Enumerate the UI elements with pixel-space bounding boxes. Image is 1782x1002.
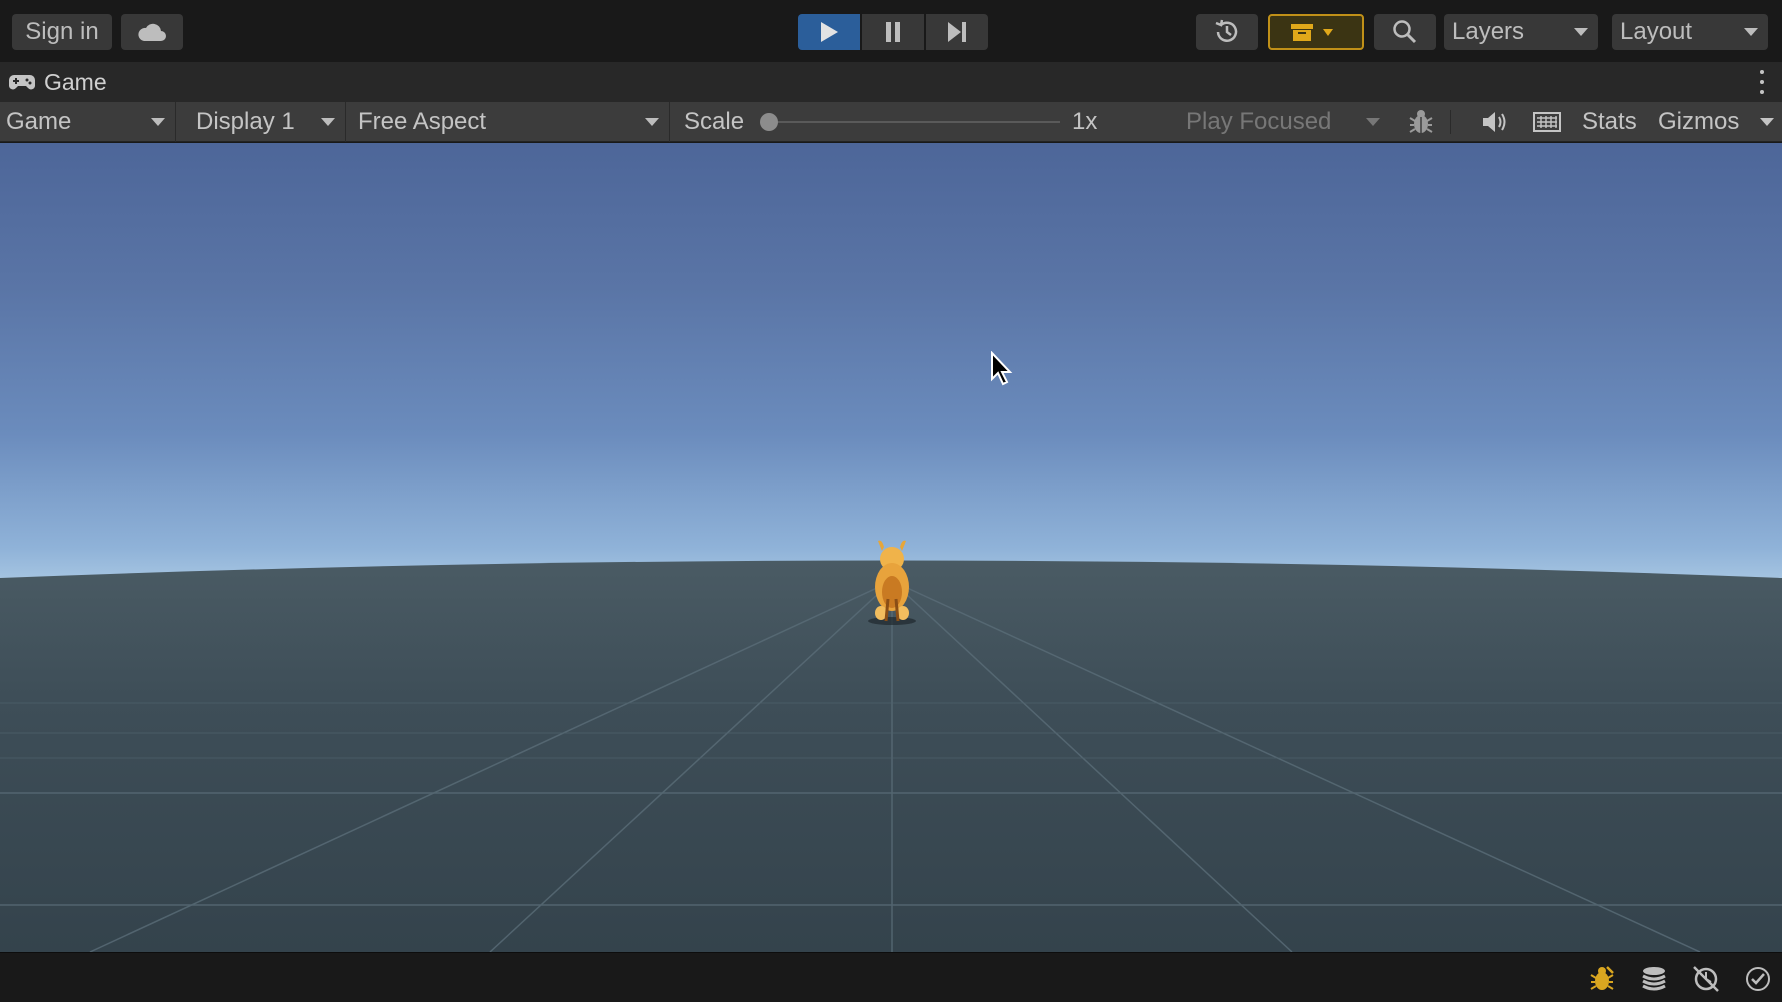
history-button[interactable] — [1196, 14, 1258, 50]
view-type-label: Game — [6, 108, 72, 135]
shortcuts-toggle[interactable] — [1526, 102, 1568, 142]
layers-dropdown[interactable]: Layers — [1444, 14, 1598, 50]
toolbar-separator — [1450, 110, 1451, 134]
mute-audio-toggle[interactable] — [1474, 102, 1516, 142]
chevron-down-icon — [1574, 28, 1588, 36]
keyboard-icon — [1533, 112, 1561, 132]
scale-label: Scale — [684, 108, 745, 135]
view-type-dropdown[interactable]: Game — [0, 102, 176, 142]
bug-icon — [1409, 110, 1433, 133]
aspect-label: Free Aspect — [358, 108, 487, 135]
pause-icon — [886, 22, 900, 42]
check-circle-icon[interactable] — [1742, 963, 1774, 995]
scale-value: 1x — [1072, 108, 1098, 135]
stats-toggle[interactable]: Stats — [1582, 102, 1637, 142]
debug-toggle[interactable] — [1400, 102, 1442, 142]
chevron-down-icon[interactable] — [1760, 118, 1774, 126]
history-icon — [1215, 19, 1238, 42]
package-icon — [1291, 24, 1333, 41]
chevron-down-icon — [1744, 28, 1758, 36]
aspect-dropdown[interactable]: Free Aspect — [352, 102, 670, 142]
layers-label: Layers — [1452, 18, 1525, 45]
step-button[interactable] — [926, 14, 988, 50]
tab-game[interactable]: Game — [8, 62, 107, 102]
layout-dropdown[interactable]: Layout — [1612, 14, 1768, 50]
layout-label: Layout — [1620, 18, 1693, 45]
play-mode-dropdown[interactable]: Play Focused — [1180, 102, 1390, 142]
play-mode-label: Play Focused — [1186, 108, 1332, 135]
chevron-down-icon — [151, 118, 165, 126]
search-button[interactable] — [1374, 14, 1436, 50]
stack-icon[interactable] — [1638, 963, 1670, 995]
no-sync-icon[interactable] — [1690, 963, 1722, 995]
tab-bar: Game — [0, 62, 1782, 102]
chevron-down-icon — [321, 118, 335, 126]
status-bar — [0, 952, 1782, 1002]
scale-slider-track[interactable] — [768, 121, 1060, 123]
cloud-icon — [138, 23, 166, 41]
play-icon — [821, 22, 838, 42]
step-icon — [948, 22, 966, 42]
bug-status-icon[interactable] — [1586, 963, 1618, 995]
mouse-cursor-icon — [991, 351, 1013, 386]
chevron-down-icon — [1366, 118, 1380, 126]
sign-in-button[interactable]: Sign in — [12, 14, 112, 50]
cloud-button[interactable] — [121, 14, 183, 50]
kebab-menu-icon[interactable] — [1758, 70, 1766, 94]
fox-character — [868, 540, 916, 625]
play-button[interactable] — [798, 14, 860, 50]
display-label: Display 1 — [196, 108, 295, 135]
speaker-icon — [1483, 112, 1506, 132]
search-icon — [1393, 20, 1417, 44]
gamepad-icon — [9, 75, 35, 90]
game-view-toolbar: Game Display 1 Free Aspect Scale 1x Play… — [0, 102, 1782, 142]
game-viewport[interactable] — [0, 143, 1782, 952]
package-manager-button[interactable] — [1268, 14, 1364, 50]
gizmos-toggle[interactable]: Gizmos — [1658, 102, 1739, 142]
chevron-down-icon — [645, 118, 659, 126]
pause-button[interactable] — [862, 14, 924, 50]
main-toolbar: Sign in Layers Layout — [0, 0, 1782, 62]
display-dropdown[interactable]: Display 1 — [190, 102, 346, 142]
scale-slider-handle[interactable] — [760, 113, 778, 131]
tab-title: Game — [44, 68, 107, 95]
